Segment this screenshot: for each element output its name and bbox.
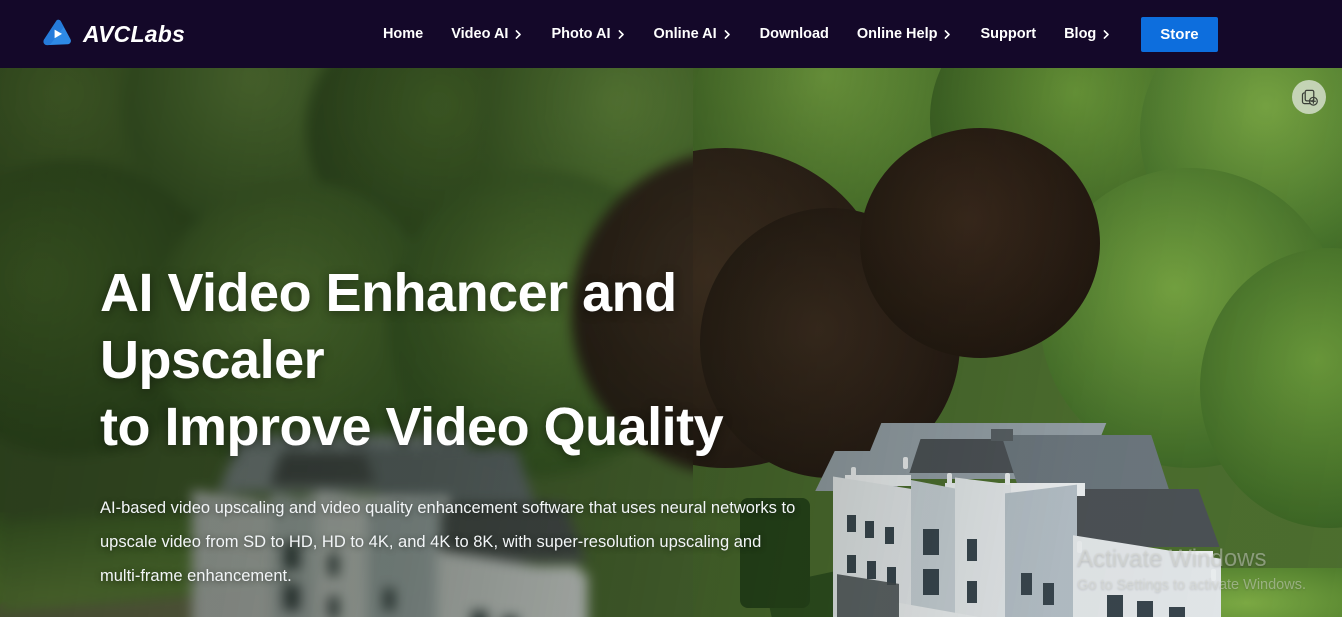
chevron-right-icon xyxy=(1102,29,1111,39)
brand-name: AVCLabs xyxy=(83,20,185,47)
hero-content: AI Video Enhancer and Upscaler to Improv… xyxy=(100,260,840,617)
nav-item-label: Blog xyxy=(1064,26,1097,42)
brand-logo[interactable]: AVCLabs xyxy=(40,17,185,51)
hero-title: AI Video Enhancer and Upscaler to Improv… xyxy=(100,260,840,461)
avclabs-play-triangle-icon xyxy=(40,17,74,51)
nav-item-photo-ai[interactable]: Photo AI xyxy=(537,20,639,48)
nav-item-download[interactable]: Download xyxy=(746,20,843,48)
nav-item-video-ai[interactable]: Video AI xyxy=(437,20,537,48)
chevron-right-icon xyxy=(723,29,732,39)
nav-item-online-help[interactable]: Online Help xyxy=(843,20,967,48)
hero-title-line-2: to Improve Video Quality xyxy=(100,396,724,457)
nav-item-label: Online AI xyxy=(653,26,717,42)
nav-item-home[interactable]: Home xyxy=(369,20,437,48)
hero-section: AI Video Enhancer and Upscaler to Improv… xyxy=(0,68,1342,617)
hero-description: AI-based video upscaling and video quali… xyxy=(100,498,796,586)
copy-add-icon[interactable] xyxy=(1292,80,1326,114)
nav-item-support[interactable]: Support xyxy=(966,20,1050,48)
chevron-right-icon xyxy=(943,29,952,39)
store-button[interactable]: Store xyxy=(1141,16,1218,52)
nav-item-label: Online Help xyxy=(856,26,938,42)
avclabs-landing-page: AVCLabs Home Video AI Photo AI Online AI xyxy=(0,0,1342,617)
chevron-right-icon xyxy=(617,29,626,39)
nav-item-blog[interactable]: Blog xyxy=(1050,20,1125,48)
hero-title-line-1: AI Video Enhancer and Upscaler xyxy=(100,263,677,390)
nav-item-label: Home xyxy=(382,26,424,42)
nav-item-label: Download xyxy=(759,26,829,42)
nav-item-online-ai[interactable]: Online AI xyxy=(640,20,746,48)
nav-item-label: Photo AI xyxy=(551,26,611,42)
nav-item-label: Video AI xyxy=(451,26,509,42)
main-nav: Home Video AI Photo AI Online AI Downloa… xyxy=(369,16,1218,52)
nav-item-label: Support xyxy=(980,26,1037,42)
site-header: AVCLabs Home Video AI Photo AI Online AI xyxy=(0,0,1342,68)
chevron-right-icon xyxy=(514,29,523,39)
